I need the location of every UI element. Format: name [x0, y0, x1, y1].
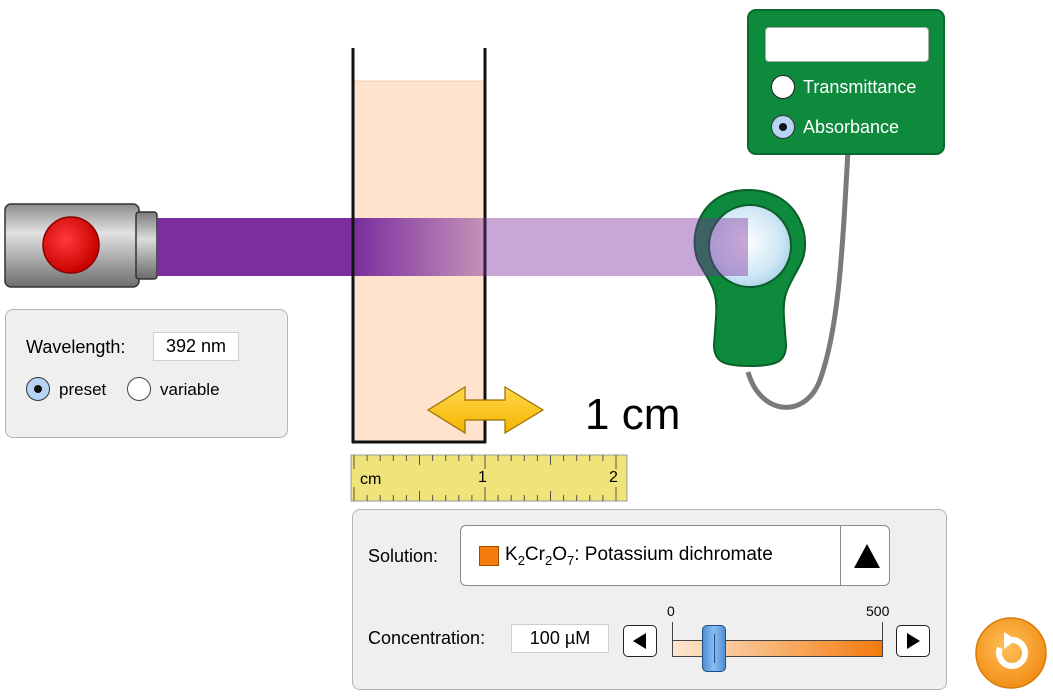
concentration-increment-button[interactable] [896, 625, 930, 657]
slider-max-tick [882, 622, 883, 640]
concentration-decrement-button[interactable] [623, 625, 657, 657]
concentration-slider-thumb[interactable] [702, 625, 727, 672]
wavelength-panel [5, 309, 288, 438]
absorbance-radio[interactable] [771, 115, 795, 139]
ruler-tick-label-1: 1 [478, 469, 487, 486]
solution-combo-box[interactable]: K2Cr2O7: Potassium dichromate [460, 525, 890, 586]
triangle-up-icon[interactable] [854, 544, 880, 568]
transmittance-radio[interactable] [771, 75, 795, 99]
triangle-left-icon [633, 633, 646, 649]
solution-name: K2Cr2O7: Potassium dichromate [505, 544, 773, 568]
meter-display [765, 27, 929, 62]
reset-button[interactable] [976, 618, 1046, 688]
light-beam-transmitted [484, 218, 748, 276]
flashlight-icon [4, 203, 158, 288]
light-beam-incident [157, 218, 354, 276]
triangle-right-icon [907, 633, 920, 649]
wavelength-value: 392 nm [153, 332, 239, 361]
variable-radio[interactable] [127, 377, 151, 401]
solution-color-swatch [479, 546, 499, 566]
concentration-value: 100 µM [511, 624, 609, 653]
ruler [350, 454, 628, 502]
cuvette-width-label: 1 cm [585, 390, 681, 439]
concentration-min-label: 0 [667, 603, 675, 619]
ruler-tick-label-2: 2 [609, 469, 618, 486]
absorbance-label: Absorbance [803, 117, 900, 137]
transmittance-label: Transmittance [803, 77, 917, 97]
solution-label: Solution: [368, 546, 439, 566]
light-beam-in-solution [354, 218, 484, 276]
concentration-max-label: 500 [866, 603, 890, 619]
wavelength-label: Wavelength: [26, 337, 126, 357]
slider-min-tick [672, 622, 673, 640]
combo-divider [840, 526, 841, 585]
preset-label: preset [59, 380, 107, 399]
variable-label: variable [160, 380, 220, 399]
concentration-label: Concentration: [368, 628, 486, 648]
ruler-unit-label: cm [360, 471, 382, 488]
detector-probe-icon [693, 188, 807, 368]
preset-radio[interactable] [26, 377, 50, 401]
